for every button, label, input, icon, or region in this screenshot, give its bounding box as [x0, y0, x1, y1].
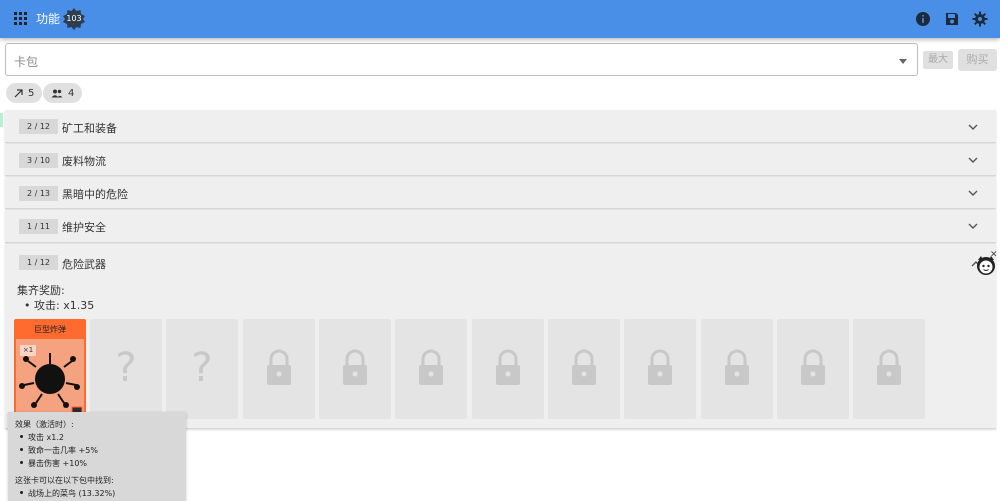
tooltip-effect-item: 致命一击几率 +5% — [28, 446, 98, 455]
gear-icon[interactable] — [972, 11, 988, 27]
chip-value: 5 — [28, 87, 35, 99]
lock-icon — [419, 349, 443, 385]
lock-icon — [648, 349, 672, 385]
max-button[interactable]: 最大 — [923, 51, 953, 69]
info-icon[interactable] — [915, 11, 931, 27]
category-title: 黑暗中的危险 — [62, 188, 128, 201]
tooltip-effect-title: 效果（激活时）: — [15, 420, 74, 429]
card-locked[interactable] — [777, 319, 849, 419]
stat-chip-group[interactable]: 4 — [43, 83, 83, 103]
card-name: 巨型炸弹 — [16, 321, 84, 339]
card-locked[interactable] — [472, 319, 544, 419]
set-reward-label: 集齐奖励: — [17, 284, 65, 297]
features-menu-button[interactable]: 功能 — [14, 10, 60, 27]
chevron-down-icon — [968, 223, 978, 229]
card-locked[interactable] — [853, 319, 925, 419]
category-count: 2 / 12 — [19, 119, 58, 134]
level-badge: 103 — [63, 8, 85, 30]
group-icon — [51, 89, 63, 97]
card-locked[interactable] — [624, 319, 696, 419]
bullet-icon — [20, 448, 23, 451]
card-locked[interactable] — [395, 319, 467, 419]
category-count: 1 / 12 — [19, 255, 58, 270]
save-icon[interactable] — [944, 11, 960, 27]
question-mark-icon: ? — [115, 345, 136, 391]
tooltip-found-title: 这张卡可以在以下包中找到: — [15, 476, 114, 485]
bomb-icon — [19, 353, 83, 418]
app-header: 功能 103 — [0, 0, 1000, 38]
bullet-icon — [20, 435, 23, 438]
card-tooltip: 效果（激活时）: 攻击 x1.2 致命一击几率 +5% 暴击伤害 +10% 这张… — [8, 412, 186, 501]
lock-icon — [572, 349, 596, 385]
close-icon[interactable]: ✕ — [990, 250, 998, 260]
chevron-down-icon — [968, 124, 978, 130]
arrow-up-right-icon — [14, 88, 23, 97]
tooltip-found-item: 战场上的菜鸟 (13.32%) — [28, 489, 116, 498]
features-menu-label: 功能 — [36, 12, 61, 26]
tooltip-effect-item: 暴击伤害 +10% — [28, 459, 88, 468]
bullet-icon — [20, 491, 23, 494]
lock-icon — [496, 349, 520, 385]
pack-select-placeholder: 卡包 — [14, 55, 39, 69]
lock-icon — [725, 349, 749, 385]
category-panel[interactable]: 2 / 12 矿工和装备 — [5, 110, 996, 143]
category-panel[interactable]: 2 / 13 黑暗中的危险 — [5, 177, 996, 209]
lock-icon — [267, 349, 291, 385]
tooltip-effect-item: 攻击 x1.2 — [28, 433, 64, 442]
category-panel[interactable]: 3 / 10 废料物流 — [5, 144, 996, 176]
category-panel[interactable]: 1 / 11 维护安全 — [5, 210, 996, 243]
card-unknown[interactable]: ? — [166, 319, 238, 419]
card-unknown[interactable]: ? — [90, 319, 162, 419]
category-title: 矿工和装备 — [62, 122, 117, 135]
category-title[interactable]: 危险武器 — [62, 256, 106, 272]
lock-icon — [801, 349, 825, 385]
category-title: 废料物流 — [62, 155, 106, 168]
pack-select[interactable]: 卡包 — [5, 43, 918, 76]
card-locked[interactable] — [243, 319, 315, 419]
grid-menu-icon — [14, 12, 27, 25]
set-reward-item: • 攻击: x1.35 — [24, 299, 95, 312]
question-mark-icon: ? — [191, 345, 212, 391]
svg-text:?: ? — [191, 345, 212, 391]
buy-button[interactable]: 购买 — [958, 49, 997, 71]
category-count: 1 / 11 — [19, 219, 58, 234]
chevron-down-icon — [968, 157, 978, 163]
chip-value: 4 — [68, 87, 75, 99]
card-locked[interactable] — [319, 319, 391, 419]
category-count: 3 / 10 — [19, 153, 58, 168]
stat-chip-arrow[interactable]: 5 — [6, 83, 43, 103]
category-title: 维护安全 — [62, 221, 106, 234]
badge-value: 103 — [66, 14, 82, 23]
category-count: 2 / 13 — [19, 186, 58, 201]
svg-text:?: ? — [115, 345, 136, 391]
card-owned[interactable]: 巨型炸弹 ×1 — [14, 319, 86, 419]
selection-accent — [0, 113, 3, 127]
chevron-down-icon — [899, 59, 907, 64]
bullet-icon — [20, 461, 23, 464]
card-locked[interactable] — [548, 319, 620, 419]
card-locked[interactable] — [701, 319, 773, 419]
chevron-down-icon — [968, 190, 978, 196]
lock-icon — [343, 349, 367, 385]
lock-icon — [877, 349, 901, 385]
